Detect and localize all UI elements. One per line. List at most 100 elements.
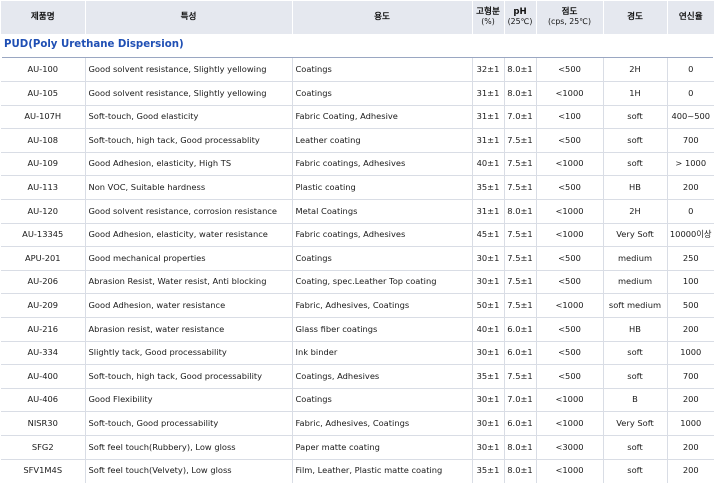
cell-usage: Ink binder <box>291 340 472 365</box>
cell-product: NISR30 <box>1 411 85 436</box>
cell-ph: 7.5±1 <box>503 269 536 294</box>
cell-product: AU-100 <box>27 63 59 74</box>
header-solid: 고형분 (%) <box>471 1 504 34</box>
cell-hardness: 1H <box>602 81 667 106</box>
cell-hardness: Very Soft <box>602 411 667 436</box>
cell-elongation: 200 <box>666 387 714 412</box>
cell-hardness: HB <box>602 175 667 200</box>
cell-elongation: 1000 <box>666 340 714 365</box>
cell-solid: 30±1 <box>471 387 504 412</box>
cell-ph: 8.0±1 <box>503 435 536 460</box>
cell-feature: Soft feel touch(Rubbery), Low gloss <box>84 435 292 460</box>
cell-usage: Film, Leather, Plastic matte coating <box>291 458 472 483</box>
cell-ph: 6.0±1 <box>503 340 536 365</box>
cell-product: AU-113 <box>1 175 85 200</box>
cell-elongation: 10000이상 <box>666 222 714 247</box>
header-usage: 용도 <box>291 1 472 34</box>
table-header: 제품명 특성 용도 고형분 (%) pH (25℃) 점도 (cps, 25℃) 경도… <box>1 1 714 34</box>
cell-solid: 30±1 <box>471 269 504 294</box>
cell-elongation: 200 <box>666 458 714 483</box>
cell-feature: Good Adhesion, water resistance <box>84 293 292 318</box>
header-elongation: 연신율 <box>666 1 714 34</box>
cell-elongation: 0 <box>666 81 714 106</box>
cell-ph: 6.0±1 <box>503 411 536 436</box>
cell-elongation: 200 <box>666 435 714 460</box>
cell-feature: Good solvent resistance, Slightly yellow… <box>84 81 292 106</box>
cell-solid: 45±1 <box>471 222 504 247</box>
cell-feature: Soft-touch, Good elasticity <box>84 104 292 129</box>
table-row: AU-406 Good Flexibility Coatings 30±1 7.0±1 <… <box>1 387 714 412</box>
cell-product: APU-201 <box>1 246 85 271</box>
cell-ph: 7.5±1 <box>503 151 536 176</box>
cell-feature: Good mechanical properties <box>84 246 292 271</box>
cell-product: AU-109 <box>1 151 85 176</box>
cell-usage: Fabric, Adhesives, Coatings <box>291 411 472 436</box>
cell-solid: 31±1 <box>471 199 504 224</box>
cell-hardness: 2H <box>602 199 667 224</box>
cell-ph: 7.5±1 <box>503 364 536 389</box>
header-ph-unit: (25℃) <box>507 16 533 26</box>
table-row: AU-334 Slightly tack, Good processability… <box>1 340 714 365</box>
cell-usage: Coating, spec.Leather Top coating <box>291 269 472 294</box>
cell-product: AU-13345 <box>1 222 85 247</box>
header-product: 제품명 <box>1 1 85 34</box>
cell-solid: 32±1 <box>471 58 504 82</box>
cell-viscosity: <500 <box>535 58 603 82</box>
cell-elongation: 100 <box>666 269 714 294</box>
section-title: PUD(Poly Urethane Dispersion) <box>4 39 184 50</box>
cell-ph: 8.0±1 <box>503 81 536 106</box>
cell-hardness: soft medium <box>602 293 667 318</box>
cell-usage: Paper matte coating <box>291 435 472 460</box>
cell-feature: Good Flexibility <box>84 387 292 412</box>
cell-usage: Glass fiber coatings <box>291 317 472 342</box>
cell-solid: 31±1 <box>471 128 504 153</box>
cell-solid: 30±1 <box>471 340 504 365</box>
cell-hardness: soft <box>602 458 667 483</box>
cell-solid: 30±1 <box>471 435 504 460</box>
table-row: AU-206 Abrasion Resist, Water resist, Ant… <box>1 269 714 294</box>
cell-product: SFG2 <box>1 435 85 460</box>
cell-product: AU-108 <box>1 128 85 153</box>
header-viscosity-unit: (cps, 25℃) <box>547 16 592 26</box>
cell-solid: 31±1 <box>471 81 504 106</box>
cell-usage: Metal Coatings <box>291 199 472 224</box>
cell-ph: 7.5±1 <box>503 222 536 247</box>
cell-hardness: soft <box>602 104 667 129</box>
cell-usage: Plastic coating <box>291 175 472 200</box>
cell-ph: 7.0±1 <box>503 104 536 129</box>
table-row: SFV1M4S Soft feel touch(Velvety), Low glo… <box>1 458 714 483</box>
cell-usage: Fabric Coating, Adhesive <box>291 104 472 129</box>
cell-viscosity: <1000 <box>535 293 603 318</box>
cell-solid: 35±1 <box>471 364 504 389</box>
cell-viscosity: <1000 <box>535 199 603 224</box>
cell-hardness: Very Soft <box>602 222 667 247</box>
cell-feature: Good solvent resistance, Slightly yellow… <box>84 58 292 82</box>
cell-elongation: 200 <box>666 175 714 200</box>
cell-hardness: HB <box>602 317 667 342</box>
table-row: NISR30 Soft-touch, Good processability Fab… <box>1 411 714 436</box>
cell-ph: 7.5±1 <box>503 293 536 318</box>
cell-viscosity: <100 <box>535 104 603 129</box>
cell-product: AU-334 <box>1 340 85 365</box>
cell-viscosity: <3000 <box>535 435 603 460</box>
table-row: AU-113 Non VOC, Suitable hardness Plastic … <box>1 175 714 200</box>
cell-usage: Coatings <box>291 246 472 271</box>
cell-product: AU-400 <box>1 364 85 389</box>
cell-elongation: > 1000 <box>666 151 714 176</box>
header-solid-unit: (%) <box>481 16 495 26</box>
cell-usage: Coatings <box>291 81 472 106</box>
cell-usage: Coatings <box>291 58 472 82</box>
table-row: AU-13345 Good Adhesion, elasticity, water… <box>1 222 714 247</box>
header-viscosity: 점도 (cps, 25℃) <box>535 1 603 34</box>
cell-ph: 7.5±1 <box>503 246 536 271</box>
cell-solid: 30±1 <box>471 246 504 271</box>
cell-ph: 8.0±1 <box>503 199 536 224</box>
table-row: SFG2 Soft feel touch(Rubbery), Low gloss P… <box>1 435 714 460</box>
cell-hardness: soft <box>602 364 667 389</box>
cell-product: AU-120 <box>1 199 85 224</box>
cell-product: AU-406 <box>1 387 85 412</box>
table-row: AU-216 Abrasion resist, water resistance G… <box>1 317 714 342</box>
header-hardness: 경도 <box>602 1 667 34</box>
cell-viscosity: <500 <box>535 128 603 153</box>
cell-hardness: soft <box>602 151 667 176</box>
